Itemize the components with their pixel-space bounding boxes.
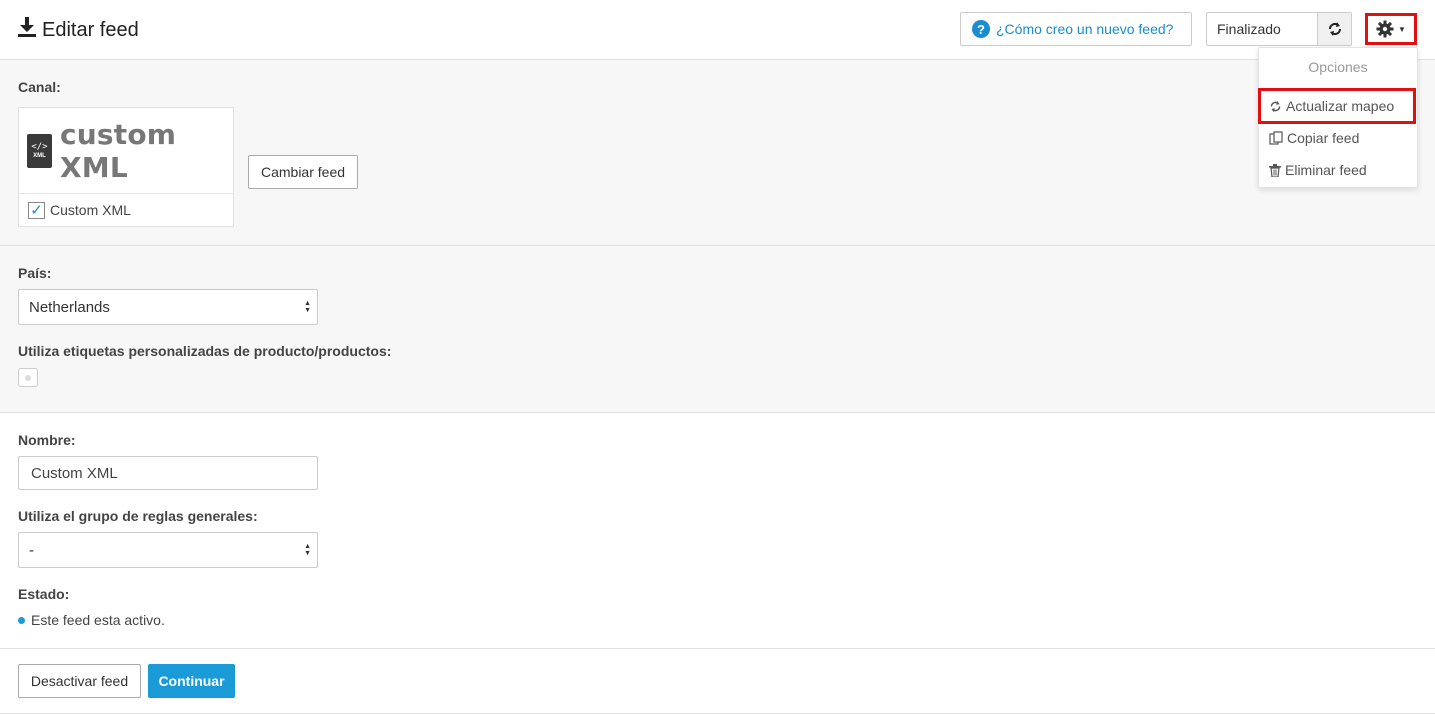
question-icon: ? bbox=[972, 20, 990, 38]
refresh-icon bbox=[1270, 100, 1281, 112]
divider bbox=[0, 412, 1435, 413]
channel-logo-text: custom XML bbox=[59, 117, 177, 184]
help-label: ¿Cómo creo un nuevo feed? bbox=[996, 21, 1174, 37]
channel-name: Custom XML bbox=[50, 202, 131, 218]
channel-label: Canal: bbox=[18, 79, 61, 95]
custom-labels-toggle[interactable] bbox=[18, 368, 38, 387]
refresh-icon bbox=[1328, 22, 1341, 36]
rules-value: - bbox=[29, 541, 34, 559]
toggle-dot bbox=[25, 374, 31, 381]
status-label: Estado: bbox=[18, 586, 70, 602]
rules-label: Utiliza el grupo de reglas generales: bbox=[18, 508, 258, 524]
status-dot bbox=[18, 616, 25, 624]
page-title-text: Editar feed bbox=[42, 18, 139, 41]
rules-select[interactable]: - ▲ ▼ bbox=[18, 532, 318, 568]
select-arrows-icon: ▲ ▼ bbox=[304, 300, 311, 314]
menu-item-label: Actualizar mapeo bbox=[1286, 98, 1395, 114]
menu-item-delete-feed[interactable]: Eliminar feed bbox=[1259, 154, 1417, 186]
name-input[interactable]: Custom XML bbox=[18, 456, 318, 490]
divider bbox=[0, 245, 1435, 246]
menu-item-copy-feed[interactable]: Copiar feed bbox=[1259, 122, 1417, 154]
page-header: Editar feed ? ¿Cómo creo un nuevo feed? … bbox=[0, 0, 1435, 60]
change-feed-button[interactable]: Cambiar feed bbox=[248, 155, 358, 189]
channel-card: </> XML custom XML ✓ Custom XML bbox=[18, 107, 234, 227]
deactivate-feed-button[interactable]: Desactivar feed bbox=[18, 664, 141, 698]
channel-logo: </> XML custom XML bbox=[19, 108, 233, 194]
channel-selection[interactable]: ✓ Custom XML bbox=[19, 194, 233, 226]
gear-icon bbox=[1376, 20, 1394, 38]
name-label: Nombre: bbox=[18, 432, 76, 448]
status-indicator: Este feed esta activo. bbox=[18, 612, 165, 628]
country-select[interactable]: Netherlands ▲ ▼ bbox=[18, 289, 318, 325]
continue-button[interactable]: Continuar bbox=[148, 664, 235, 698]
refresh-status-button[interactable] bbox=[1317, 13, 1351, 45]
xml-file-icon: </> XML bbox=[27, 133, 52, 168]
caret-down-icon: ▼ bbox=[1398, 24, 1406, 34]
trash-icon bbox=[1269, 163, 1281, 177]
status-text: Este feed esta activo. bbox=[31, 612, 165, 628]
page-title: Editar feed bbox=[18, 17, 139, 43]
options-dropdown: Opciones Actualizar mapeo Copiar feed El… bbox=[1258, 47, 1418, 188]
menu-item-label: Eliminar feed bbox=[1285, 162, 1367, 178]
custom-labels-label: Utiliza etiquetas personalizadas de prod… bbox=[18, 343, 392, 359]
menu-item-update-mapping[interactable]: Actualizar mapeo bbox=[1258, 88, 1416, 124]
country-value: Netherlands bbox=[29, 298, 110, 316]
help-button[interactable]: ? ¿Cómo creo un nuevo feed? bbox=[960, 12, 1192, 46]
settings-menu-button[interactable]: ▼ bbox=[1365, 13, 1417, 45]
divider bbox=[0, 648, 1435, 649]
select-arrows-icon: ▲ ▼ bbox=[304, 543, 311, 557]
xml-file-code: </> bbox=[31, 141, 48, 152]
feed-status-control: Finalizado bbox=[1206, 12, 1352, 46]
checkmark-icon[interactable]: ✓ bbox=[28, 201, 45, 219]
menu-item-label: Copiar feed bbox=[1287, 130, 1360, 146]
xml-file-ext: XML bbox=[33, 152, 46, 159]
dropdown-header: Opciones bbox=[1308, 59, 1368, 75]
feed-status-value: Finalizado bbox=[1217, 21, 1281, 37]
download-icon bbox=[18, 17, 36, 43]
country-label: País: bbox=[18, 265, 52, 281]
copy-icon bbox=[1269, 131, 1283, 145]
